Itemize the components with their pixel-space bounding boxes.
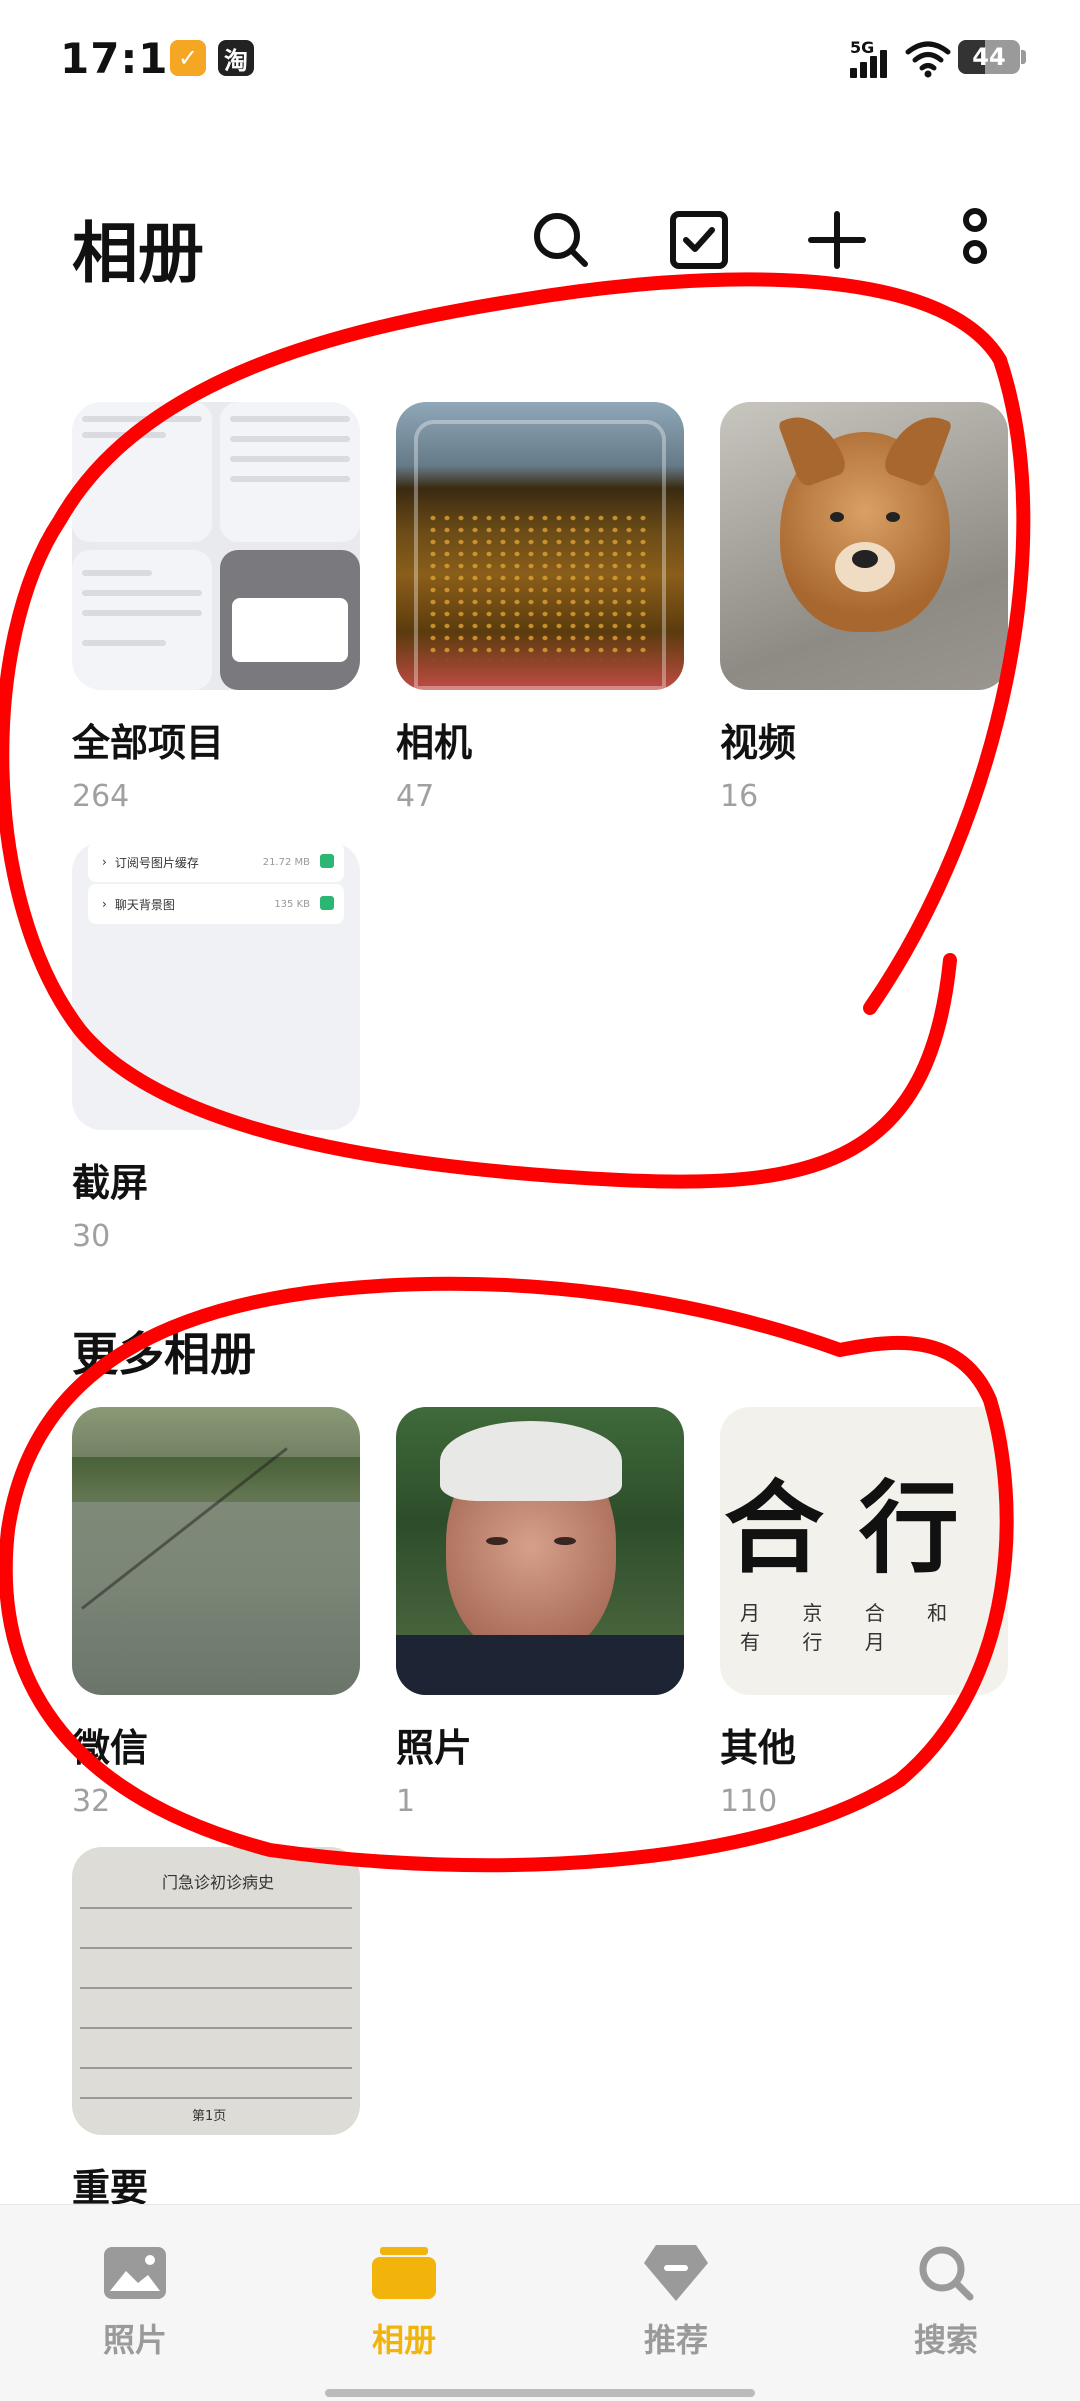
page-title: 相册 <box>72 215 204 292</box>
album-name: 全部项目 <box>72 721 225 765</box>
app-notification-icon: ✓ <box>170 40 206 76</box>
nav-tab-photos[interactable]: 照片 <box>35 2245 235 2361</box>
album-count: 110 <box>720 1784 778 1819</box>
album-thumbnail <box>72 1407 360 1695</box>
album-thumbnail <box>396 402 684 690</box>
search-icon <box>919 2246 974 2301</box>
album-count: 47 <box>396 779 435 814</box>
album-name: 相机 <box>396 721 473 765</box>
album-count: 264 <box>72 779 130 814</box>
nav-tab-albums[interactable]: 相册 <box>304 2245 504 2361</box>
album-screenshots[interactable]: › 订阅号图片缓存 21.72 MB › 聊天背景图 135 KB 截屏 30 <box>72 842 360 1254</box>
album-count: 30 <box>72 1219 111 1254</box>
bottom-navigation: 照片 相册 推荐 搜索 <box>0 2204 1080 2401</box>
album-icon <box>372 2247 436 2299</box>
battery-icon: 44 <box>958 40 1026 74</box>
add-album-button[interactable] <box>802 205 872 275</box>
select-button[interactable] <box>664 205 734 275</box>
photo-icon <box>104 2247 166 2299</box>
album-all-items[interactable]: 全部项目 264 <box>72 402 360 814</box>
more-icon <box>963 208 987 264</box>
plus-icon <box>808 211 866 269</box>
album-count: 1 <box>396 1784 416 1819</box>
album-other[interactable]: 合 行 月 京 合 和 有 行 月 其他 110 <box>720 1407 1008 1819</box>
status-bar: 17:13 ✓ 淘 5G 44 <box>0 0 1080 120</box>
album-thumbnail: › 订阅号图片缓存 21.72 MB › 聊天背景图 135 KB <box>72 842 360 1130</box>
cellular-signal-icon: 5G <box>850 38 894 78</box>
album-photos[interactable]: 照片 1 <box>396 1407 684 1819</box>
nav-label: 相册 <box>371 2321 436 2359</box>
section-title-more-albums: 更多相册 <box>72 1327 256 1381</box>
recommend-icon <box>644 2245 708 2301</box>
more-options-button[interactable] <box>940 205 1010 275</box>
album-name: 截屏 <box>72 1161 149 1205</box>
search-icon <box>534 213 588 267</box>
nav-label: 搜索 <box>913 2321 978 2359</box>
album-thumbnail <box>396 1407 684 1695</box>
search-button[interactable] <box>526 205 596 275</box>
album-name: 视频 <box>720 721 797 765</box>
album-name: 照片 <box>396 1726 473 1770</box>
checkbox-icon <box>670 211 728 269</box>
taobao-notification-icon: 淘 <box>218 40 254 76</box>
album-name: 其他 <box>720 1726 797 1770</box>
wifi-icon <box>905 41 951 78</box>
album-important[interactable]: 门急诊初诊病史 第1页 重要 <box>72 1847 360 2212</box>
album-video[interactable]: 视频 16 <box>720 402 1008 814</box>
album-thumbnail: 门急诊初诊病史 第1页 <box>72 1847 360 2135</box>
nav-tab-recommend[interactable]: 推荐 <box>576 2245 776 2361</box>
nav-label: 照片 <box>102 2321 167 2359</box>
album-thumbnail <box>720 402 1008 690</box>
album-thumbnail: 合 行 月 京 合 和 有 行 月 <box>720 1407 1008 1695</box>
album-name: 微信 <box>72 1726 149 1770</box>
album-thumbnail <box>72 402 360 690</box>
album-count: 32 <box>72 1784 111 1819</box>
album-wechat[interactable]: 微信 32 <box>72 1407 360 1819</box>
album-camera[interactable]: 相机 47 <box>396 402 684 814</box>
album-count: 16 <box>720 779 759 814</box>
nav-tab-search[interactable]: 搜索 <box>846 2245 1046 2361</box>
home-indicator[interactable] <box>325 2389 755 2397</box>
nav-label: 推荐 <box>643 2321 708 2359</box>
